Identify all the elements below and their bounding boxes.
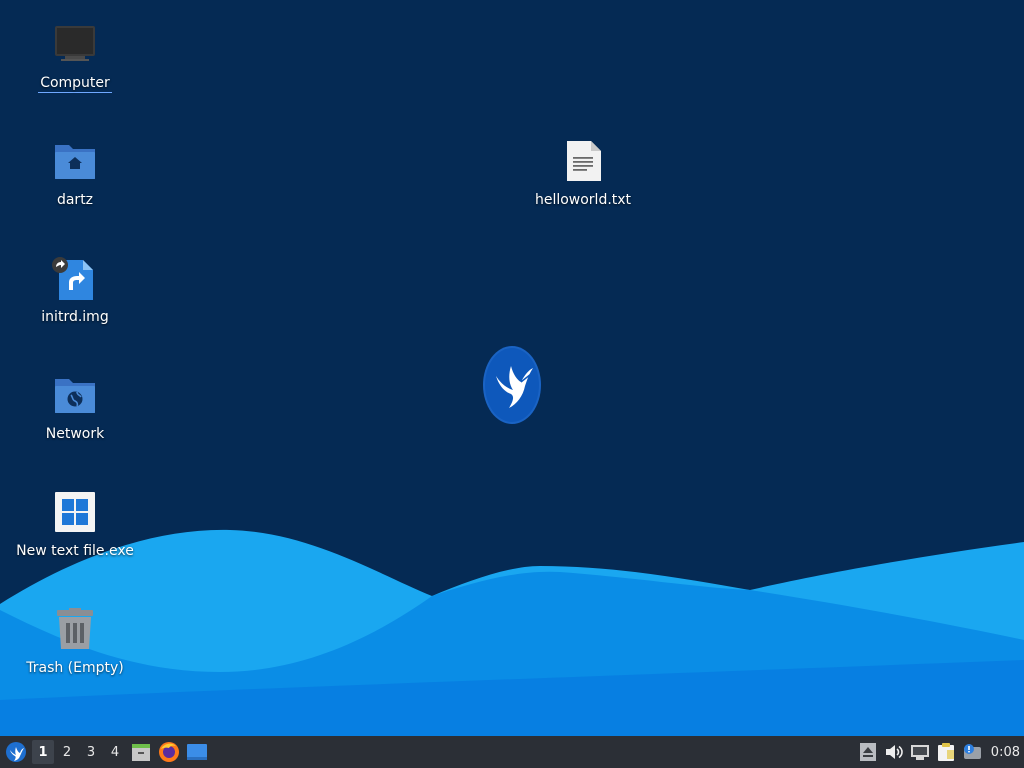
desktop-icon-network[interactable]: Network [15, 373, 135, 443]
desktop-icon-label: helloworld.txt [534, 192, 632, 208]
desktop-icon-computer[interactable]: Computer [15, 22, 135, 93]
desktop-icon [187, 744, 207, 760]
clock[interactable]: 0:08 [985, 745, 1024, 760]
desktop-icon-helloworld[interactable]: helloworld.txt [523, 139, 643, 209]
network-icon [910, 745, 929, 760]
desktop-icon-label: initrd.img [41, 309, 109, 325]
eject-icon [859, 743, 876, 761]
desktop-icon-label: Trash (Empty) [26, 660, 124, 676]
workspace-2[interactable]: 2 [56, 740, 78, 764]
desktop-icon-trash[interactable]: Trash (Empty) [15, 607, 135, 677]
eject-button[interactable] [855, 736, 881, 768]
clipboard-button[interactable] [933, 736, 959, 768]
desktop-icon-initrd[interactable]: initrd.img [15, 256, 135, 326]
workspace-4[interactable]: 4 [104, 740, 126, 764]
show-desktop-button[interactable] [183, 736, 211, 768]
bird-logo-icon [6, 742, 26, 762]
desktop-icon-exe[interactable]: New text file.exe [15, 490, 135, 560]
desktop-icon-label: Network [45, 426, 105, 442]
bird-logo-icon [481, 344, 543, 426]
firefox-icon [159, 742, 179, 762]
notifications-button[interactable] [959, 736, 985, 768]
desktop-icon-label: Computer [38, 75, 112, 93]
windows-logo-icon [51, 490, 99, 538]
notification-icon [963, 744, 981, 759]
computer-icon [51, 22, 99, 70]
clipboard-icon [937, 743, 954, 761]
volume-button[interactable] [881, 736, 907, 768]
network-button[interactable] [907, 736, 933, 768]
desktop-icon-label: New text file.exe [16, 543, 134, 559]
taskbar: 1 2 3 4 0:08 [0, 736, 1024, 768]
system-tray: 0:08 [855, 736, 1024, 768]
symlink-file-icon [51, 256, 99, 304]
volume-icon [885, 745, 903, 759]
file-manager-launcher[interactable] [127, 736, 155, 768]
desktop-icon-label: dartz [56, 192, 94, 208]
text-file-icon [559, 139, 607, 187]
workspace-1[interactable]: 1 [32, 740, 54, 764]
workspace-3[interactable]: 3 [80, 740, 102, 764]
desktop-icon-home-folder[interactable]: dartz [15, 139, 135, 209]
firefox-launcher[interactable] [155, 736, 183, 768]
home-folder-icon [51, 139, 99, 187]
desktop[interactable]: Computer dartz initrd.img Network New te… [0, 0, 1024, 736]
network-folder-icon [51, 373, 99, 421]
trash-icon [51, 607, 99, 655]
file-manager-icon [132, 744, 150, 761]
menu-button[interactable] [1, 736, 31, 768]
